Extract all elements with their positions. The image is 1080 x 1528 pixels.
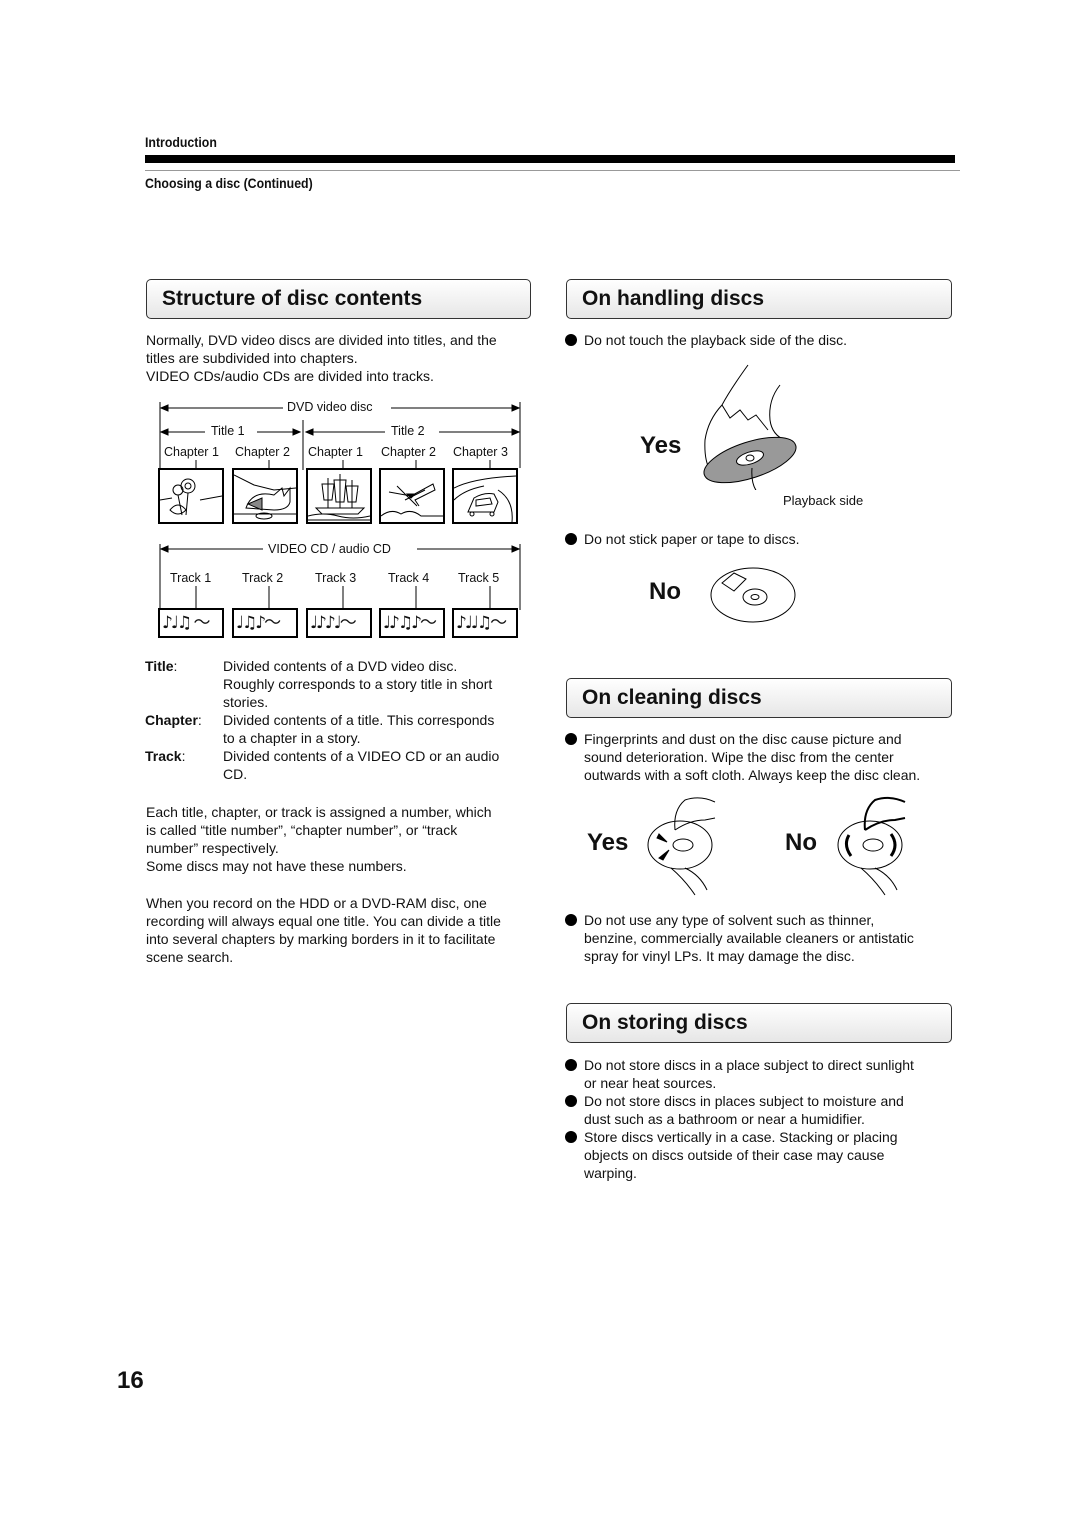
car-illustration-icon — [453, 475, 517, 523]
header-thin-rule — [145, 170, 960, 171]
no-label: No — [649, 578, 681, 605]
yes-label: Yes — [640, 432, 682, 459]
definitions-list: Title: Divided contents of a DVD video d… — [145, 657, 535, 783]
definition-text: stories. — [223, 694, 269, 710]
subsection-header: Choosing a disc (Continued) — [145, 175, 313, 191]
bullet-icon — [565, 914, 577, 926]
bullet-icon — [565, 334, 577, 346]
chapter-label: Chapter 3 — [453, 445, 508, 459]
title-label: Title 1 — [211, 424, 245, 438]
music-notes-icon: ♪♩♫ ～ — [158, 608, 224, 638]
storing-bullet: Do not store discs in places subject to … — [565, 1092, 979, 1128]
cleaning-bullet: Do not use any type of solvent such as t… — [565, 911, 979, 965]
definition-text: CD. — [223, 766, 248, 782]
dvd-structure-diagram: DVD video disc Title 1 Title 2 Chapter 1… — [155, 398, 525, 528]
music-notes-icon: ♩♪♫♪～ — [379, 608, 445, 638]
dvd-disc-label: DVD video disc — [287, 400, 373, 414]
intro-line: Normally, DVD video discs are divided in… — [146, 332, 497, 348]
cat-illustration-icon — [233, 474, 297, 520]
storing-heading: On storing discs — [566, 1003, 952, 1043]
bullet-icon — [565, 533, 577, 545]
cleaning-correct-icon — [647, 797, 716, 896]
structure-heading: Structure of disc contents — [146, 279, 531, 319]
handling-heading: On handling discs — [566, 279, 952, 319]
chapter-label: Chapter 1 — [164, 445, 219, 459]
sunflower-thumbnail — [158, 468, 224, 524]
definition-text: Roughly corresponds to a story title in … — [223, 676, 493, 692]
car-thumbnail — [452, 468, 518, 524]
airplane-illustration-icon — [380, 483, 443, 517]
bullet-icon — [565, 1095, 577, 1107]
music-notes-icon: ♩♫♪～ — [232, 608, 298, 638]
definition-term: Title — [145, 658, 174, 674]
hand-holding-disc-icon — [703, 364, 797, 490]
cleaning-bullet: Fingerprints and dust on the disc cause … — [565, 730, 979, 784]
track-label: Track 3 — [315, 571, 357, 585]
handling-bullet: Do not touch the playback side of the di… — [565, 331, 974, 349]
definition-track: Track: Divided contents of a VIDEO CD or… — [145, 748, 500, 782]
section-header: Introduction — [145, 134, 217, 150]
cd-disc-label: VIDEO CD / audio CD — [268, 542, 391, 556]
definition-term: Track — [145, 748, 182, 764]
sunflower-illustration-icon — [159, 478, 223, 516]
cleaning-incorrect-icon — [837, 796, 906, 896]
intro-line: VIDEO CDs/audio CDs are divided into tra… — [146, 368, 434, 384]
cd-structure-diagram: VIDEO CD / audio CD Track 1 Track 2 Trac… — [155, 540, 525, 640]
chapter-label: Chapter 2 — [235, 445, 290, 459]
handling-bullet: Do not stick paper or tape to discs. — [565, 530, 974, 548]
cat-thumbnail — [232, 468, 298, 524]
definition-text: Divided contents of a DVD video disc. — [223, 658, 458, 674]
definition-text: to a chapter in a story. — [223, 730, 361, 746]
definition-text: Divided contents of a VIDEO CD or an aud… — [223, 748, 500, 764]
structure-intro: Normally, DVD video discs are divided in… — [146, 331, 541, 385]
storing-bullet: Do not store discs in a place subject to… — [565, 1056, 979, 1092]
definition-chapter: Chapter: Divided contents of a title. Th… — [145, 712, 495, 746]
ship-illustration-icon — [307, 474, 371, 521]
music-notes-icon: ♪♩♩♫～ — [452, 608, 518, 638]
ship-thumbnail — [306, 468, 372, 524]
yes-label: Yes — [587, 829, 629, 856]
page-number: 16 — [117, 1367, 144, 1394]
recording-paragraph: When you record on the HDD or a DVD-RAM … — [146, 895, 501, 965]
header-rule — [145, 155, 955, 163]
cleaning-heading: On cleaning discs — [566, 678, 952, 718]
no-label: No — [785, 829, 817, 856]
bullet-icon — [565, 1131, 577, 1143]
title-label: Title 2 — [391, 424, 425, 438]
playback-side-label: Playback side — [783, 493, 864, 508]
chapter-label: Chapter 1 — [308, 445, 363, 459]
music-notes-icon: ♩♪♪♩～ — [306, 608, 372, 638]
airplane-thumbnail — [379, 468, 445, 524]
numbering-paragraph: Each title, chapter, or track is assigne… — [146, 804, 492, 874]
storing-bullet: Store discs vertically in a case. Stacki… — [565, 1128, 979, 1182]
disc-with-tape-icon — [710, 567, 796, 623]
definition-text: Divided contents of a title. This corres… — [223, 712, 495, 728]
bullet-icon — [565, 1059, 577, 1071]
intro-line: titles are subdivided into chapters. — [146, 350, 358, 366]
chapter-label: Chapter 2 — [381, 445, 436, 459]
track-label: Track 4 — [388, 571, 430, 585]
definition-title: Title: Divided contents of a DVD video d… — [145, 658, 493, 710]
bullet-icon — [565, 733, 577, 745]
definition-term: Chapter — [145, 712, 198, 728]
track-label: Track 5 — [458, 571, 500, 585]
track-label: Track 1 — [170, 571, 212, 585]
track-label: Track 2 — [242, 571, 284, 585]
